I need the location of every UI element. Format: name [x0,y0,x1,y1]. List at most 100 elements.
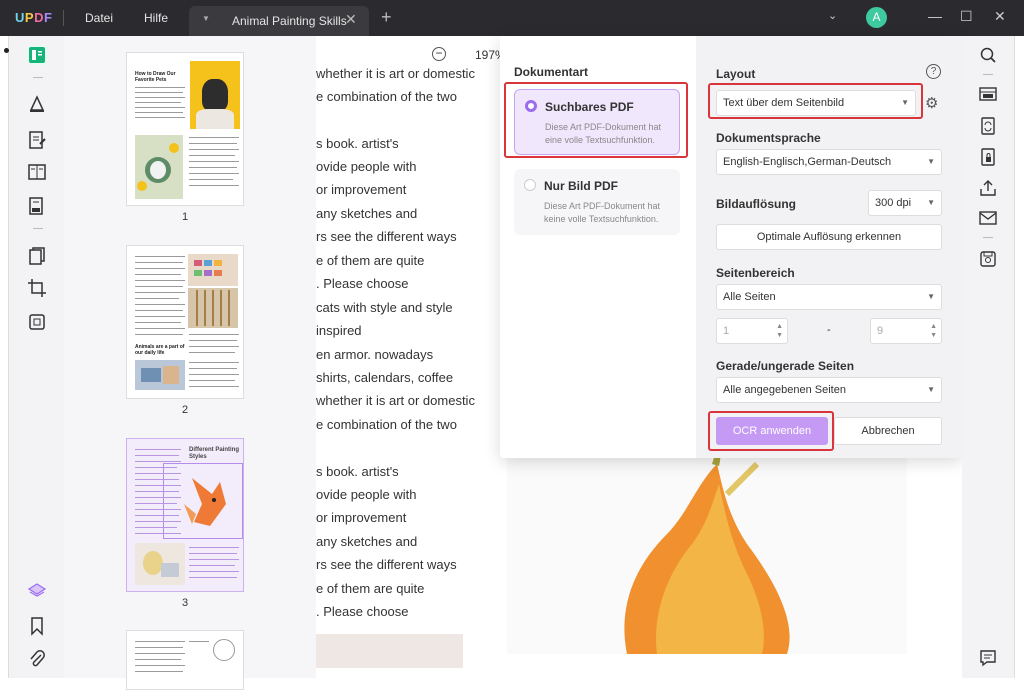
range-from-input[interactable]: 1 ▲ ▼ [716,318,788,344]
paint-palette-image [188,254,238,286]
close-window-button[interactable]: ✕ [994,8,1006,25]
doc-text-line: en armor. nowadays [316,347,434,362]
highlight-layout-select [708,83,923,119]
pages-icon[interactable] [27,246,47,266]
minimize-button[interactable]: — [928,8,942,24]
cat-sketch-image [213,639,235,661]
close-tab-icon[interactable]: ✕ [345,11,357,28]
doc-text-line: rs see the different ways [316,229,457,244]
detect-resolution-button[interactable]: Optimale Auflösung erkennen [716,224,942,250]
edit-text-icon[interactable] [27,130,47,150]
caret-down-icon: ▼ [927,157,935,166]
chevron-down-icon[interactable]: ⌄ [828,9,837,22]
sketch-image [135,543,185,585]
logo-letter-d: D [34,10,44,25]
crop-icon[interactable] [27,278,47,298]
brushes-image [188,288,238,328]
radio-unselected[interactable] [524,179,536,191]
page-range-select[interactable]: Alle Seiten ▼ [716,284,942,310]
doc-text-line: ovide people with [316,159,417,174]
doc-text-line: any sketches and [316,206,418,221]
share-icon[interactable] [979,179,997,197]
resolution-title: Bildauflösung [716,197,796,211]
range-from-value: 1 [723,325,730,337]
tab-dropdown-icon[interactable]: ▼ [202,14,210,23]
avatar[interactable]: A [866,7,887,28]
page-number: 3 [181,597,189,609]
range-dash: - [827,324,831,336]
layout-title: Layout [716,67,756,81]
page-thumbnail-2[interactable]: Animals are a part of our daily life 2 [126,245,244,416]
page-thumbnail-3[interactable]: Different Painting Styles 3 [126,438,244,609]
thumb-heading: Different Painting Styles [189,447,240,460]
attachment-icon[interactable] [27,649,47,669]
layers-icon[interactable] [27,581,47,601]
doc-text-line: ovide people with [316,487,417,502]
doc-text-line: cats with style and style [316,300,453,315]
pug-image [190,61,240,129]
convert-icon[interactable] [979,117,997,135]
doc-type-title: Dokumentart [514,65,589,79]
page-range-value: Alle Seiten [723,291,776,303]
doc-text-line: e of them are quite [316,581,425,596]
page-number: 2 [181,404,189,416]
reader-icon[interactable] [27,45,47,65]
form-icon[interactable] [27,196,47,216]
bookmark-icon[interactable] [27,616,47,636]
menu-hilfe[interactable]: Hilfe [144,11,168,25]
page-thumbnail-4[interactable] [126,630,244,690]
help-icon[interactable]: ? [926,64,941,79]
menu-datei[interactable]: Datei [85,11,113,25]
protect-file-icon[interactable] [979,148,997,166]
panel-marker [4,48,9,53]
caret-down-icon: ▼ [927,385,935,394]
organize-icon[interactable] [27,162,47,182]
right-toolbar [962,36,1015,678]
zoom-out-button[interactable]: − [432,47,446,61]
doc-text-line: any sketches and [316,534,418,549]
range-to-input[interactable]: 9 ▲ ▼ [870,318,942,344]
thumb-heading: How to Draw Our Favorite Pets [135,71,176,83]
toolbar-divider [983,74,993,75]
document-tab[interactable]: ▼ Animal Painting Skills ✕ [189,6,369,36]
thumbnail-pane: How to Draw Our Favorite Pets 1 Animals … [64,36,316,690]
ocr-icon[interactable] [979,85,997,103]
caret-down-icon: ▼ [927,198,935,207]
maximize-button[interactable]: ☐ [960,8,973,25]
protect-icon[interactable] [27,312,47,332]
stepper-icon[interactable]: ▲ ▼ [930,322,937,340]
caret-down-icon: ▼ [927,292,935,301]
save-icon[interactable] [979,250,997,268]
doc-text-line: inspired [316,323,362,338]
gear-icon[interactable]: ⚙ [925,94,938,112]
pear-painting-image [507,454,907,654]
option-image-only-pdf[interactable]: Nur Bild PDF Diese Art PDF-Dokument hat … [514,169,680,235]
parity-value: Alle angegebenen Seiten [723,384,846,396]
range-to-value: 9 [877,325,884,337]
comment-icon[interactable] [979,649,997,667]
language-select[interactable]: English-Englisch,German-Deutsch ▼ [716,149,942,175]
option-title: Nur Bild PDF [544,179,618,193]
cancel-button[interactable]: Abbrechen [834,417,942,445]
updf-logo[interactable]: UPDF [15,10,52,25]
painting-table-image [135,360,185,390]
doc-text-line: whether it is art or domestic [316,393,475,408]
search-icon[interactable] [979,46,997,64]
image-strip [316,634,463,668]
title-bar: UPDF Datei Hilfe ▼ Animal Painting Skill… [0,0,1024,36]
page-thumbnail-1[interactable]: How to Draw Our Favorite Pets 1 [126,52,244,223]
tab-title: Animal Painting Skills [232,14,347,28]
logo-letter-p: P [24,10,35,25]
language-value: English-Englisch,German-Deutsch [723,156,892,168]
highlight-searchable-pdf [504,82,688,158]
resolution-select[interactable]: 300 dpi ▼ [868,190,942,216]
dog-image [135,135,183,199]
highlight-icon[interactable] [27,94,47,114]
new-tab-button[interactable]: + [381,7,392,28]
parity-select[interactable]: Alle angegebenen Seiten ▼ [716,377,942,403]
doc-text-line: e combination of the two [316,89,457,104]
page-range-title: Seitenbereich [716,266,795,280]
fox-image [163,463,243,539]
stepper-icon[interactable]: ▲ ▼ [776,322,783,340]
mail-icon[interactable] [979,209,997,227]
